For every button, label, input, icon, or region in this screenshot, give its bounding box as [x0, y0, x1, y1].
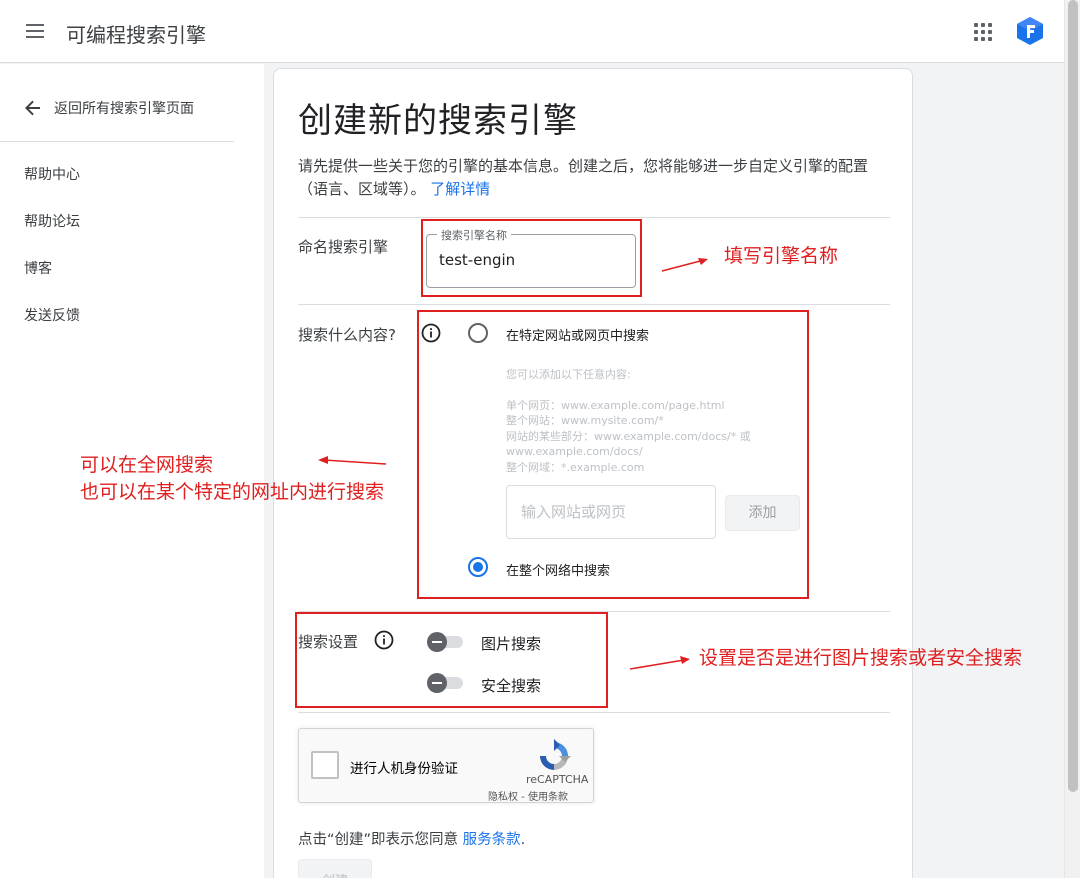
sidebar-item-help-forum[interactable]: 帮助论坛: [24, 211, 80, 231]
recaptcha-brand: reCAPTCHA: [526, 773, 589, 786]
sidebar-divider: [0, 141, 234, 142]
top-app-bar: 可编程搜索引擎: [0, 0, 1064, 63]
divider: [298, 217, 890, 218]
toggle-off-icon: [427, 632, 447, 652]
terms-suffix: .: [520, 832, 526, 848]
pse-logo-icon[interactable]: [1016, 16, 1044, 46]
recaptcha-logo-icon: [540, 739, 571, 770]
annotation-arrow-icon: [318, 456, 387, 465]
radio-specific-sites-label: 在特定网站或网页中搜索: [506, 329, 650, 344]
app-title: 可编程搜索引擎: [66, 23, 206, 47]
info-icon[interactable]: [374, 630, 394, 650]
site-hint-line: 整个网域：*.example.com: [506, 461, 645, 474]
safe-search-toggle[interactable]: [427, 673, 463, 693]
back-to-all-engines-link[interactable]: 返回所有搜索引擎页面: [24, 98, 194, 118]
sidebar-item-feedback[interactable]: 发送反馈: [24, 305, 80, 325]
apps-grid-icon[interactable]: [974, 23, 992, 41]
learn-more-link[interactable]: 了解详情: [430, 180, 490, 198]
menu-icon[interactable]: [26, 24, 44, 38]
image-search-toggle[interactable]: [427, 632, 463, 652]
recaptcha-checkbox[interactable]: [311, 751, 339, 779]
annotation-arrow-icon: [661, 258, 708, 272]
back-link-label: 返回所有搜索引擎页面: [54, 101, 194, 117]
site-url-input[interactable]: [506, 485, 716, 539]
radio-entire-web-label: 在整个网络中搜索: [506, 564, 611, 579]
divider: [298, 611, 890, 612]
sidebar-item-help-center[interactable]: 帮助中心: [24, 164, 80, 184]
intro-body: 请先提供一些关于您的引擎的基本信息。创建之后，您将能够进一步自定义引擎的配置（语…: [298, 157, 869, 198]
engine-name-field-label: 搜索引擎名称: [437, 227, 511, 243]
arrow-back-icon: [25, 100, 40, 116]
create-engine-card: 创建新的搜索引擎 请先提供一些关于您的引擎的基本信息。创建之后，您将能够进一步自…: [273, 68, 913, 878]
content-section-label: 搜索什么内容?: [298, 326, 396, 344]
site-hint-title: 您可以添加以下任意内容:: [506, 368, 631, 381]
recaptcha-checkbox-label: 进行人机身份验证: [350, 761, 458, 777]
engine-name-input[interactable]: [439, 251, 619, 269]
settings-section-label: 搜索设置: [298, 633, 359, 651]
scrollbar-thumb[interactable]: [1068, 0, 1078, 792]
create-button[interactable]: 创建: [298, 859, 372, 878]
terms-text: 点击“创建”即表示您同意 服务条款.: [298, 828, 525, 849]
radio-entire-web[interactable]: [468, 557, 488, 577]
add-site-button[interactable]: 添加: [725, 495, 800, 531]
info-icon[interactable]: [421, 323, 441, 343]
site-hint-line: www.example.com/docs/: [506, 445, 643, 458]
engine-name-field[interactable]: 搜索引擎名称: [426, 227, 636, 288]
recaptcha-privacy-terms-link[interactable]: 隐私权 - 使用条款: [488, 788, 568, 803]
site-hint-line: 整个网站：www.mysite.com/*: [506, 414, 664, 427]
safe-search-label: 安全搜索: [481, 677, 542, 695]
site-hint-line: 单个网页：www.example.com/page.html: [506, 399, 725, 412]
site-hint-line: 网站的某些部分：www.example.com/docs/* 或: [506, 430, 751, 443]
terms-prefix: 点击“创建”即表示您同意: [298, 832, 459, 848]
annotation-content-note-2: 也可以在某个特定的网址内进行搜索: [80, 481, 385, 503]
intro-text: 请先提供一些关于您的引擎的基本信息。创建之后，您将能够进一步自定义引擎的配置（语…: [298, 155, 888, 201]
divider: [298, 304, 890, 305]
sidebar-item-blog[interactable]: 博客: [24, 258, 52, 278]
terms-of-service-link[interactable]: 服务条款: [463, 832, 521, 848]
name-section-label: 命名搜索引擎: [298, 238, 389, 256]
radio-specific-sites[interactable]: [468, 323, 488, 343]
image-search-label: 图片搜索: [481, 635, 542, 653]
divider: [298, 712, 890, 713]
annotation-settings-note: 设置是否是进行图片搜索或者安全搜索: [699, 647, 1023, 669]
annotation-name-note: 填写引擎名称: [724, 245, 839, 267]
annotation-content-note-1: 可以在全网搜索: [80, 454, 214, 476]
recaptcha-widget: 进行人机身份验证 reCAPTCHA 隐私权 - 使用条款: [298, 728, 594, 803]
page-title: 创建新的搜索引擎: [298, 101, 578, 141]
annotation-arrow-icon: [629, 656, 690, 670]
toggle-off-icon: [427, 673, 447, 693]
page-scrollbar[interactable]: [1064, 0, 1080, 878]
